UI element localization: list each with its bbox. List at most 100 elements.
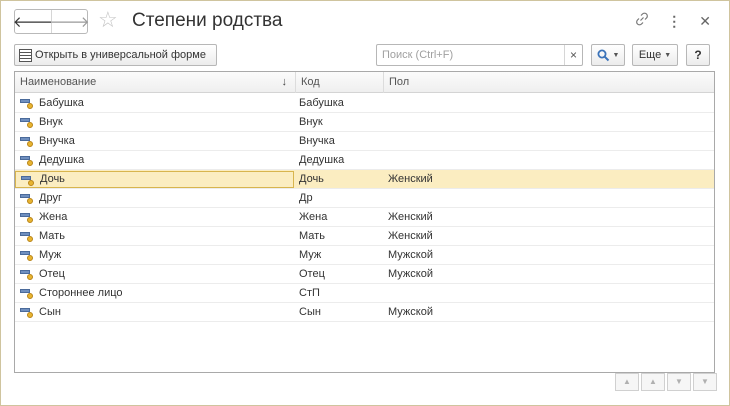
cell-code[interactable]: Отец	[299, 265, 385, 283]
more-vertical-icon[interactable]: ⋮	[667, 11, 681, 31]
close-icon[interactable]: ✕	[699, 11, 711, 31]
page-title: Степени родства	[132, 10, 283, 31]
cell-name[interactable]: Внук	[15, 113, 294, 131]
nav-buttons: 🡐 🡒	[12, 9, 90, 34]
open-universal-form-label: Открыть в универсальной форме	[35, 49, 206, 61]
catalog-item-icon	[20, 287, 34, 299]
link-icon[interactable]	[635, 11, 649, 31]
column-header-code[interactable]: Код	[296, 72, 384, 93]
cell-gender[interactable]	[388, 113, 708, 131]
table-row[interactable]: Стороннее лицо СтП	[15, 284, 714, 303]
catalog-item-icon	[20, 192, 34, 204]
cell-name-text: Бабушка	[39, 97, 84, 109]
cell-gender[interactable]	[388, 189, 708, 207]
search-icon	[597, 49, 609, 61]
table-row[interactable]: Муж Муж Мужской	[15, 246, 714, 265]
form-icon	[19, 48, 32, 62]
cell-name[interactable]: Дочь	[15, 171, 294, 188]
column-header-name-label: Наименование	[20, 76, 97, 88]
table-row[interactable]: Внук Внук	[15, 113, 714, 132]
toolbar: Открыть в универсальной форме × ▼ Еще ▼ …	[14, 43, 715, 67]
search-options-button[interactable]: ▼	[591, 44, 625, 66]
cell-name-text: Жена	[39, 211, 68, 223]
chevron-down-icon: ▼	[612, 51, 620, 59]
star-icon[interactable]: ☆	[98, 8, 118, 32]
table-row[interactable]: Жена Жена Женский	[15, 208, 714, 227]
cell-code[interactable]: Мать	[299, 227, 385, 245]
scroll-to-bottom-button[interactable]: ▼	[693, 373, 717, 391]
cell-gender[interactable]	[388, 94, 708, 112]
cell-name-text: Стороннее лицо	[39, 287, 123, 299]
help-button[interactable]: ?	[686, 44, 710, 66]
forward-button[interactable]: 🡒	[49, 10, 90, 33]
table-row[interactable]: Внучка Внучка	[15, 132, 714, 151]
cell-name-text: Муж	[39, 249, 62, 261]
catalog-item-icon	[20, 211, 34, 223]
cell-name[interactable]: Дедушка	[15, 151, 294, 169]
catalog-item-icon	[20, 154, 34, 166]
cell-gender[interactable]	[388, 132, 708, 150]
cell-name-text: Друг	[39, 192, 62, 204]
cell-name[interactable]: Внучка	[15, 132, 294, 150]
more-button[interactable]: Еще ▼	[632, 44, 678, 66]
cell-gender[interactable]: Мужской	[388, 246, 708, 264]
cell-name[interactable]: Друг	[15, 189, 294, 207]
arrow-left-icon: 🡐	[12, 14, 54, 31]
cell-code[interactable]: Муж	[299, 246, 385, 264]
table-row[interactable]: Бабушка Бабушка	[15, 94, 714, 113]
table-row[interactable]: Друг Др	[15, 189, 714, 208]
scroll-down-button[interactable]: ▼	[667, 373, 691, 391]
cell-name[interactable]: Сын	[15, 303, 294, 321]
cell-gender[interactable]	[388, 151, 708, 169]
double-chevron-up-icon: ▲	[623, 377, 631, 386]
cell-name-text: Внучка	[39, 135, 75, 147]
search-field: ×	[376, 44, 583, 66]
cell-name[interactable]: Стороннее лицо	[15, 284, 294, 302]
column-header-name[interactable]: Наименование ↓	[15, 72, 296, 93]
table-row[interactable]: Мать Мать Женский	[15, 227, 714, 246]
catalog-item-icon	[20, 306, 34, 318]
list-navigation: ▲ ▲ ▼ ▼	[615, 373, 717, 391]
cell-name[interactable]: Отец	[15, 265, 294, 283]
scroll-to-top-button[interactable]: ▲	[615, 373, 639, 391]
open-universal-form-button[interactable]: Открыть в универсальной форме	[14, 44, 217, 66]
catalog-item-icon	[20, 268, 34, 280]
cell-gender[interactable]: Мужской	[388, 303, 708, 321]
chevron-down-icon: ▼	[664, 51, 672, 59]
cell-code[interactable]: Внучка	[299, 132, 385, 150]
table-row[interactable]: Отец Отец Мужской	[15, 265, 714, 284]
back-button[interactable]: 🡐	[12, 10, 54, 33]
cell-code[interactable]: Бабушка	[299, 94, 385, 112]
cell-name-text: Дедушка	[39, 154, 85, 166]
search-clear-button[interactable]: ×	[564, 45, 582, 65]
cell-code[interactable]: Жена	[299, 208, 385, 226]
cell-code[interactable]: Дочь	[299, 170, 385, 188]
cell-gender[interactable]: Женский	[388, 170, 708, 188]
cell-gender[interactable]: Мужской	[388, 265, 708, 283]
table-row[interactable]: Сын Сын Мужской	[15, 303, 714, 322]
table-body: Бабушка Бабушка Внук Внук Внучка Внучка Дедушк…	[15, 94, 714, 322]
search-input[interactable]	[377, 45, 562, 65]
column-header-gender[interactable]: Пол	[384, 72, 714, 93]
cell-gender[interactable]: Женский	[388, 227, 708, 245]
cell-code[interactable]: Др	[299, 189, 385, 207]
cell-code[interactable]: СтП	[299, 284, 385, 302]
cell-name[interactable]: Жена	[15, 208, 294, 226]
scroll-up-button[interactable]: ▲	[641, 373, 665, 391]
cell-gender[interactable]: Женский	[388, 208, 708, 226]
cell-code[interactable]: Внук	[299, 113, 385, 131]
cell-name[interactable]: Бабушка	[15, 94, 294, 112]
table-row[interactable]: Дочь Дочь Женский	[15, 170, 714, 189]
double-chevron-down-icon: ▼	[701, 377, 709, 386]
table-row[interactable]: Дедушка Дедушка	[15, 151, 714, 170]
cell-gender[interactable]	[388, 284, 708, 302]
cell-name[interactable]: Мать	[15, 227, 294, 245]
window: 🡐 🡒 ☆ Степени родства ⋮ ✕ Открыть в унив…	[0, 0, 730, 406]
catalog-item-icon	[20, 116, 34, 128]
cell-name-text: Сын	[39, 306, 61, 318]
cell-code[interactable]: Сын	[299, 303, 385, 321]
cell-name[interactable]: Муж	[15, 246, 294, 264]
cell-code[interactable]: Дедушка	[299, 151, 385, 169]
more-label: Еще	[638, 49, 662, 61]
cell-name-text: Мать	[39, 230, 65, 242]
